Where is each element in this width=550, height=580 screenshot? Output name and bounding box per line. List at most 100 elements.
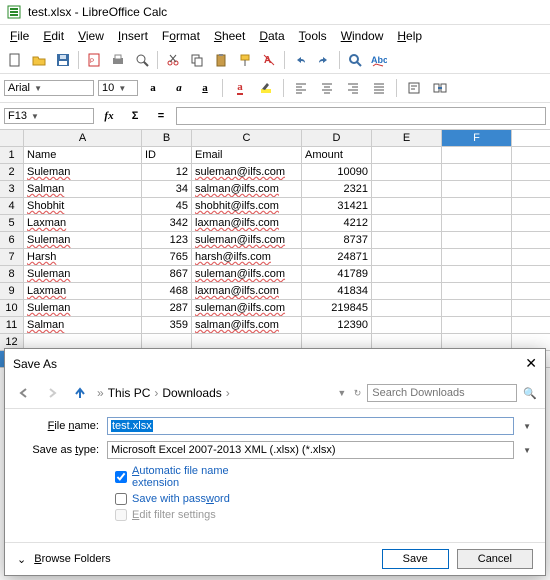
cell[interactable]: 342	[142, 215, 192, 231]
cell[interactable]	[442, 147, 512, 163]
spreadsheet-grid[interactable]: A B C D E F 1NameIDEmailAmount2Suleman12…	[0, 130, 550, 368]
cell[interactable]: suleman@ilfs.com	[192, 232, 302, 248]
print-icon[interactable]	[107, 49, 129, 71]
formula-input[interactable]	[176, 107, 546, 125]
cell[interactable]	[372, 164, 442, 180]
name-box[interactable]: F13 ▼	[4, 108, 94, 124]
align-center-icon[interactable]	[316, 77, 338, 99]
table-row[interactable]: 8Suleman867suleman@ilfs.com41789	[0, 266, 550, 283]
preview-icon[interactable]	[131, 49, 153, 71]
redo-icon[interactable]	[313, 49, 335, 71]
save-icon[interactable]	[52, 49, 74, 71]
table-row[interactable]: 1NameIDEmailAmount	[0, 147, 550, 164]
cell[interactable]: shobhit@ilfs.com	[192, 198, 302, 214]
nav-back-icon[interactable]	[13, 382, 35, 404]
cell[interactable]	[442, 215, 512, 231]
cell[interactable]: Suleman	[24, 266, 142, 282]
cell[interactable]	[442, 198, 512, 214]
close-icon[interactable]: ✕	[525, 355, 537, 372]
cell[interactable]: salman@ilfs.com	[192, 181, 302, 197]
new-icon[interactable]	[4, 49, 26, 71]
breadcrumb[interactable]: » This PC › Downloads › ▼ ↻	[97, 386, 361, 400]
cell[interactable]	[442, 266, 512, 282]
font-size-input[interactable]: 10 ▼	[98, 80, 138, 96]
cell[interactable]: Laxman	[24, 215, 142, 231]
cell[interactable]: Salman	[24, 317, 142, 333]
highlight-icon[interactable]	[255, 77, 277, 99]
cell[interactable]: 4212	[302, 215, 372, 231]
align-left-icon[interactable]	[290, 77, 312, 99]
font-name-input[interactable]: Arial ▼	[4, 80, 94, 96]
cell[interactable]: suleman@ilfs.com	[192, 300, 302, 316]
cell[interactable]: Name	[24, 147, 142, 163]
spellcheck-icon[interactable]: Abc	[368, 49, 390, 71]
row-header[interactable]: 8	[0, 266, 24, 282]
cell[interactable]: laxman@ilfs.com	[192, 215, 302, 231]
cell[interactable]: 219845	[302, 300, 372, 316]
cell[interactable]: 765	[142, 249, 192, 265]
row-header[interactable]: 11	[0, 317, 24, 333]
align-justify-icon[interactable]	[368, 77, 390, 99]
cell[interactable]	[442, 232, 512, 248]
col-header-b[interactable]: B	[142, 130, 192, 146]
cell[interactable]: laxman@ilfs.com	[192, 283, 302, 299]
cell[interactable]: 12390	[302, 317, 372, 333]
merge-cells-icon[interactable]	[429, 77, 451, 99]
col-header-f[interactable]: F	[442, 130, 512, 146]
menu-data[interactable]: Data	[253, 27, 290, 45]
cell[interactable]	[442, 164, 512, 180]
cell[interactable]: 12	[142, 164, 192, 180]
cell[interactable]	[442, 283, 512, 299]
bold-icon[interactable]: a	[142, 77, 164, 99]
cell[interactable]: Harsh	[24, 249, 142, 265]
cell[interactable]: 41834	[302, 283, 372, 299]
copy-icon[interactable]	[186, 49, 208, 71]
chevron-down-icon[interactable]: ⌄	[17, 553, 26, 566]
cut-icon[interactable]	[162, 49, 184, 71]
cell[interactable]: salman@ilfs.com	[192, 317, 302, 333]
cell[interactable]: 867	[142, 266, 192, 282]
cell[interactable]: 468	[142, 283, 192, 299]
open-icon[interactable]	[28, 49, 50, 71]
cell[interactable]: 41789	[302, 266, 372, 282]
cell[interactable]: suleman@ilfs.com	[192, 266, 302, 282]
nav-forward-icon[interactable]	[41, 382, 63, 404]
cancel-button[interactable]: Cancel	[457, 549, 533, 569]
menu-sheet[interactable]: Sheet	[208, 27, 251, 45]
table-row[interactable]: 2Suleman12suleman@ilfs.com10090	[0, 164, 550, 181]
row-header[interactable]: 6	[0, 232, 24, 248]
cell[interactable]	[372, 215, 442, 231]
cell[interactable]	[372, 198, 442, 214]
select-all-corner[interactable]	[0, 130, 24, 146]
cell[interactable]: Salman	[24, 181, 142, 197]
cell[interactable]: Suleman	[24, 300, 142, 316]
checkbox-icon[interactable]	[115, 471, 127, 483]
function-wizard-icon[interactable]: fx	[98, 105, 120, 127]
sum-icon[interactable]: Σ	[124, 105, 146, 127]
cell[interactable]: 24871	[302, 249, 372, 265]
align-right-icon[interactable]	[342, 77, 364, 99]
paste-icon[interactable]	[210, 49, 232, 71]
cell[interactable]	[372, 147, 442, 163]
cell[interactable]	[372, 249, 442, 265]
menu-help[interactable]: Help	[391, 27, 428, 45]
row-header[interactable]: 3	[0, 181, 24, 197]
cell[interactable]: Email	[192, 147, 302, 163]
cell[interactable]: 45	[142, 198, 192, 214]
row-header[interactable]: 9	[0, 283, 24, 299]
cell[interactable]	[372, 300, 442, 316]
row-header[interactable]: 4	[0, 198, 24, 214]
table-row[interactable]: 4Shobhit45shobhit@ilfs.com31421	[0, 198, 550, 215]
menu-window[interactable]: Window	[335, 27, 390, 45]
cell[interactable]	[372, 232, 442, 248]
col-header-a[interactable]: A	[24, 130, 142, 146]
menu-view[interactable]: View	[72, 27, 110, 45]
undo-icon[interactable]	[289, 49, 311, 71]
browse-folders-toggle[interactable]: Browse Folders	[34, 553, 110, 565]
checkbox-icon[interactable]	[115, 493, 127, 505]
cell[interactable]	[442, 181, 512, 197]
col-header-c[interactable]: C	[192, 130, 302, 146]
cell[interactable]: 8737	[302, 232, 372, 248]
italic-icon[interactable]: a	[168, 77, 190, 99]
cell[interactable]: 123	[142, 232, 192, 248]
